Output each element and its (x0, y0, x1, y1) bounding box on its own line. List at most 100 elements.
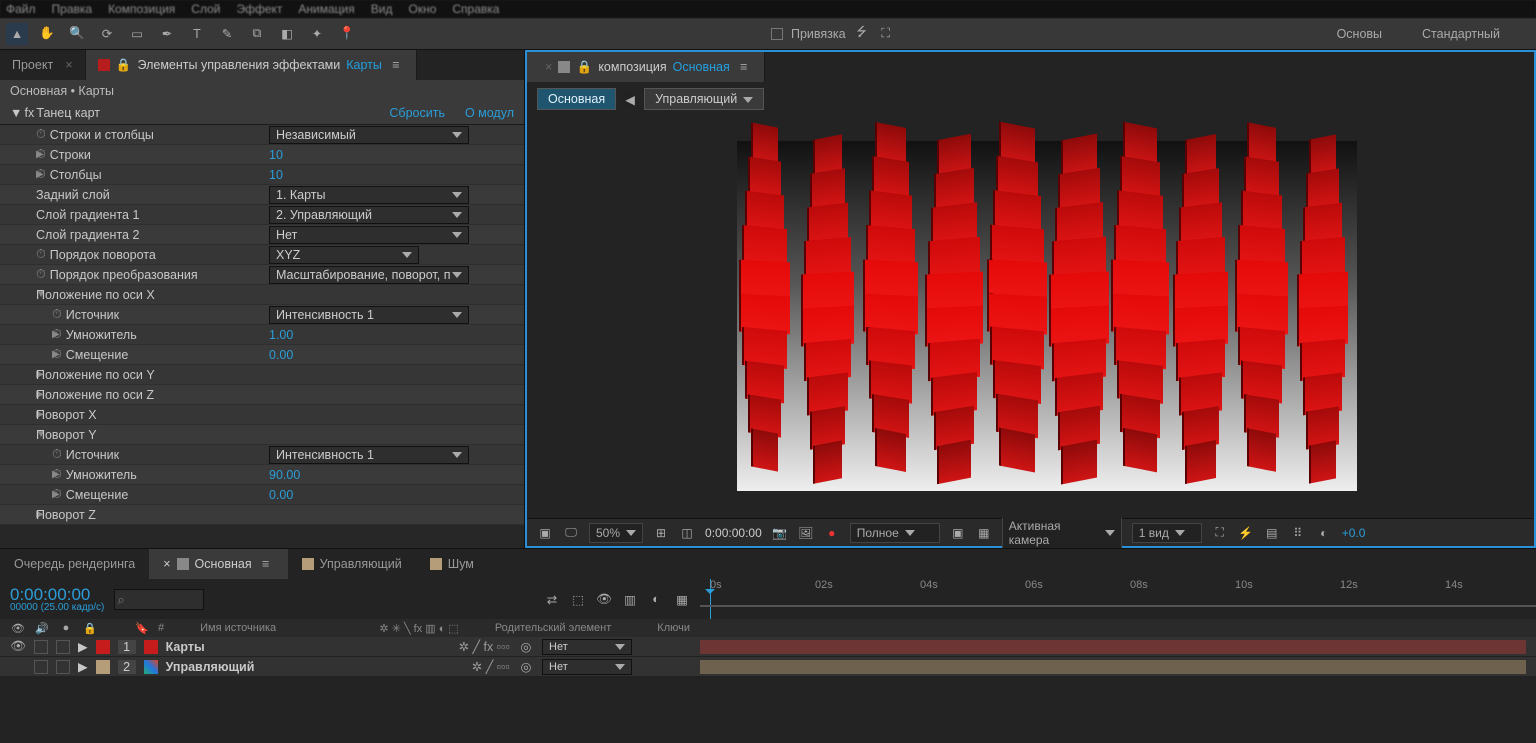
layer-row-2[interactable]: 👁 ▶ 2 Управляющий ✲ ╱ ▫▫▫ ◎ Нет (0, 657, 1536, 677)
roty-mult[interactable]: 90.00 (269, 468, 514, 482)
layer-bar[interactable] (700, 660, 1526, 674)
show-snapshot-icon[interactable]: 🖼 (798, 525, 814, 541)
panel-menu-icon[interactable]: ≡ (388, 57, 404, 73)
puppet-tool-icon[interactable]: 📍 (336, 23, 358, 45)
effect-controls-tab[interactable]: 🔒 Элементы управления эффектами Карты ≡ (86, 50, 417, 80)
time-ruler[interactable]: 0s02s04s06s08s10s12s14s (700, 579, 1536, 619)
ec-layer-link[interactable]: Карты (346, 58, 382, 72)
selection-tool-icon[interactable]: ▲ (6, 23, 28, 45)
roto-tool-icon[interactable]: ✦ (306, 23, 328, 45)
roty-offs[interactable]: 0.00 (269, 488, 514, 502)
timeline-main-tab[interactable]: ×Основная≡ (149, 549, 287, 579)
snap-toggle[interactable]: Привязка ⭍ ⛶ (771, 26, 894, 42)
zoom-dd[interactable]: 50% (589, 523, 643, 543)
stopwatch-icon[interactable]: ⏱ (52, 447, 62, 462)
twirl-icon[interactable]: ▼ (10, 106, 22, 120)
stopwatch-icon[interactable]: ⏱ (52, 467, 62, 482)
timeline-icon[interactable]: ▤ (1264, 525, 1280, 541)
always-preview-icon[interactable]: ▣ (537, 525, 553, 541)
stopwatch-icon[interactable]: ⏱ (36, 167, 46, 182)
rect-tool-icon[interactable]: ▭ (126, 23, 148, 45)
rot-order-dd[interactable]: XYZ (269, 246, 419, 264)
grad2-dd[interactable]: Нет (269, 226, 469, 244)
eye-toggle[interactable]: 👁 (10, 639, 26, 655)
draft3d-icon[interactable]: ⬚ (570, 591, 586, 607)
transparency-icon[interactable]: ▦ (976, 525, 992, 541)
posx-offs[interactable]: 0.00 (269, 348, 514, 362)
stopwatch-icon[interactable]: ⏱ (52, 487, 62, 502)
stopwatch-icon[interactable]: ⏱ (36, 127, 46, 142)
stopwatch-icon[interactable]: ⏱ (52, 347, 62, 362)
hand-tool-icon[interactable]: ✋ (36, 23, 58, 45)
text-tool-icon[interactable]: T (186, 23, 208, 45)
layer-row-1[interactable]: 👁 ▶ 1 Карты ✲ ╱ fx ▫▫▫ ◎ Нет (0, 637, 1536, 657)
workspace-0[interactable]: Основы (1337, 27, 1382, 41)
timeline-ctrl-tab[interactable]: Управляющий (288, 549, 416, 579)
eraser-tool-icon[interactable]: ◧ (276, 23, 298, 45)
viewer-time[interactable]: 0:00:00:00 (705, 526, 762, 540)
frame-blend-icon[interactable]: ▥ (622, 591, 638, 607)
preview-viewer[interactable] (527, 116, 1534, 518)
stopwatch-icon[interactable]: ⏱ (52, 327, 62, 342)
camera-dd[interactable]: Активная камера (1002, 516, 1122, 550)
hide-shy-icon[interactable]: 👁 (596, 591, 612, 607)
roi-icon[interactable]: ▣ (950, 525, 966, 541)
ruler-icon[interactable]: ⊞ (653, 525, 669, 541)
pixel-aspect-icon[interactable]: ⛶ (1212, 525, 1228, 541)
current-time[interactable]: 0:00:00:00 (10, 586, 104, 603)
flow-main[interactable]: Основная (537, 88, 616, 110)
reset-link[interactable]: Сбросить (389, 106, 445, 120)
top-menu[interactable]: ФайлПравкаКомпозицияСлойЭффектАнимацияВи… (0, 0, 1536, 18)
layer-color-chip[interactable] (96, 660, 110, 674)
channels-icon[interactable]: ● (824, 525, 840, 541)
reset-exposure-icon[interactable]: ◐ (1316, 525, 1332, 541)
layer-search-input[interactable] (114, 589, 204, 610)
orbit-tool-icon[interactable]: ⟳ (96, 23, 118, 45)
layer-color-chip[interactable] (96, 640, 110, 654)
brush-tool-icon[interactable]: ✎ (216, 23, 238, 45)
comp-name-link[interactable]: Основная (673, 60, 730, 74)
clone-tool-icon[interactable]: ⧉ (246, 23, 268, 45)
stopwatch-icon[interactable]: ⏱ (36, 267, 46, 282)
layer-name[interactable]: Карты (166, 640, 205, 654)
panel-menu-icon[interactable]: ≡ (736, 59, 752, 75)
resolution-dd[interactable]: Полное (850, 523, 940, 543)
back-layer-dd[interactable]: 1. Карты (269, 186, 469, 204)
parent-pickwhip-icon[interactable]: ◎ (518, 659, 534, 675)
layer-bar[interactable] (700, 640, 1526, 654)
posx-src-dd[interactable]: Интенсивность 1 (269, 306, 469, 324)
stopwatch-icon[interactable]: ⏱ (36, 147, 46, 162)
views-dd[interactable]: 1 вид (1132, 523, 1202, 543)
comp-tab[interactable]: × 🔒 композиция Основная ≡ (527, 52, 765, 82)
rows-cols-dd[interactable]: Независимый (269, 126, 469, 144)
fast-preview-icon[interactable]: ⚡ (1238, 525, 1254, 541)
parent-dd[interactable]: Нет (542, 659, 632, 675)
mask-icon[interactable]: ◫ (679, 525, 695, 541)
snapshot-icon[interactable]: 📷 (772, 525, 788, 541)
flow-ctrl[interactable]: Управляющий (644, 88, 764, 110)
graph-editor-icon[interactable]: ▦ (674, 591, 690, 607)
roty-src-dd[interactable]: Интенсивность 1 (269, 446, 469, 464)
render-queue-tab[interactable]: Очередь рендеринга (0, 549, 149, 579)
cols-value[interactable]: 10 (269, 168, 514, 182)
workspace-1[interactable]: Стандартный (1422, 27, 1500, 41)
timeline-noise-tab[interactable]: Шум (416, 549, 488, 579)
grad1-dd[interactable]: 2. Управляющий (269, 206, 469, 224)
parent-pickwhip-icon[interactable]: ◎ (518, 639, 534, 655)
workspace-switcher[interactable]: Основы Стандартный (1307, 27, 1530, 41)
rows-value[interactable]: 10 (269, 148, 514, 162)
screen-icon[interactable]: 🖵 (563, 525, 579, 541)
layer-name[interactable]: Управляющий (166, 660, 255, 674)
parent-dd[interactable]: Нет (542, 639, 632, 655)
flowchart-icon[interactable]: ⠿ (1290, 525, 1306, 541)
stopwatch-icon[interactable]: ⏱ (52, 307, 62, 322)
trans-order-dd[interactable]: Масштабирование, поворот, п (269, 266, 469, 284)
flow-back-icon[interactable]: ◀ (622, 91, 638, 107)
motion-blur-icon[interactable]: ◐ (648, 591, 664, 607)
pen-tool-icon[interactable]: ✒ (156, 23, 178, 45)
stopwatch-icon[interactable]: ⏱ (36, 247, 46, 262)
project-tab[interactable]: Проект× (0, 50, 86, 80)
comp-mini-flow-icon[interactable]: ⇄ (544, 591, 560, 607)
panel-menu-icon[interactable]: ≡ (258, 556, 274, 572)
zoom-tool-icon[interactable]: 🔍 (66, 23, 88, 45)
